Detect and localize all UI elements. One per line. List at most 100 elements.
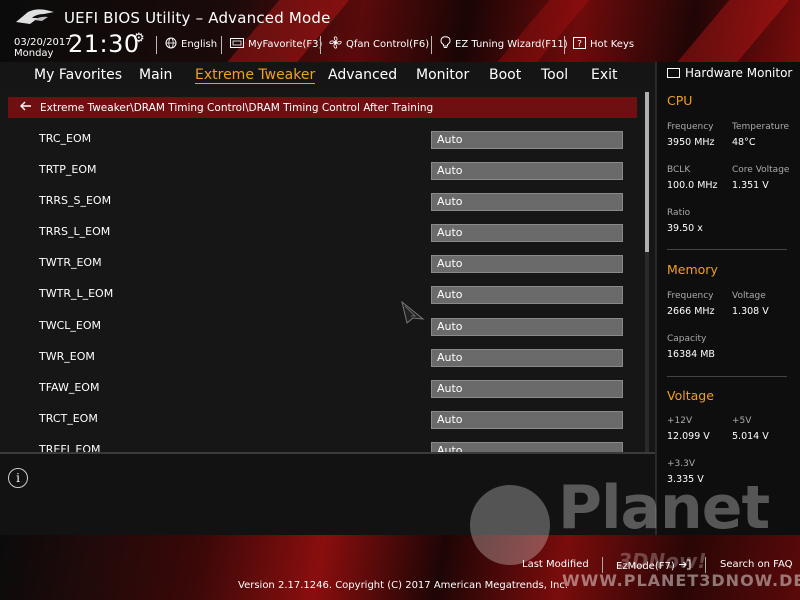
myfavorite-label: MyFavorite(F3) [248, 38, 323, 50]
header-separator [431, 36, 432, 54]
language-button[interactable]: English [165, 37, 217, 51]
section-divider [667, 376, 787, 377]
setting-label: TFAW_EOM [39, 381, 100, 394]
setting-label: TRC_EOM [39, 132, 92, 145]
footer-separator [602, 557, 603, 573]
section-divider [667, 249, 787, 250]
setting-row: TWTR_L_EOM Auto [0, 283, 640, 314]
tab-monitor[interactable]: Monitor [416, 67, 469, 83]
version-text: Version 2.17.1246. Copyright (C) 2017 Am… [238, 580, 569, 591]
setting-value-field[interactable]: Auto [431, 162, 623, 180]
day-display: Monday [14, 48, 54, 59]
header-decoration [482, 0, 598, 62]
myfavorite-button[interactable]: MyFavorite(F3) [230, 37, 322, 51]
ezmode-button[interactable]: EzMode(F7) [616, 559, 691, 573]
ez-tuning-wizard-button[interactable]: EZ Tuning Wizard(F11) [440, 36, 568, 51]
setting-row: TRRS_L_EOM Auto [0, 221, 640, 252]
tab-tool[interactable]: Tool [541, 67, 568, 83]
hot-keys-button[interactable]: ? Hot Keys [573, 36, 635, 52]
mouse-cursor-icon [401, 301, 425, 324]
memory-heading: Memory [667, 262, 718, 277]
svg-text:?: ? [577, 39, 582, 49]
header-decoration [662, 0, 798, 62]
ez-tuning-label: EZ Tuning Wizard(F11) [455, 38, 568, 50]
setting-value-field[interactable]: Auto [431, 193, 623, 211]
core-voltage-value: 1.351 V [732, 180, 769, 191]
setting-label: TRRS_L_EOM [39, 225, 111, 238]
setting-row: TFAW_EOM Auto [0, 377, 640, 408]
v5-value: 5.014 V [732, 431, 769, 442]
setting-row: TWR_EOM Auto [0, 346, 640, 377]
last-modified-button[interactable]: Last Modified [522, 559, 589, 570]
footer-bar: Last Modified EzMode(F7) Search on FAQ V… [0, 535, 800, 600]
setting-label: TRTP_EOM [39, 163, 97, 176]
setting-value-field[interactable]: Auto [431, 411, 623, 429]
setting-value-field[interactable]: Auto [431, 255, 623, 273]
clock-settings-gear-icon[interactable]: ⚙ [133, 31, 145, 46]
tab-advanced[interactable]: Advanced [328, 67, 397, 83]
setting-row: TWTR_EOM Auto [0, 252, 640, 283]
setting-label: TWTR_L_EOM [39, 287, 114, 300]
monitor-icon [667, 68, 680, 78]
hardware-monitor-title: Hardware Monitor [667, 66, 792, 80]
tab-boot[interactable]: Boot [489, 67, 521, 83]
setting-label: TRRS_S_EOM [39, 194, 112, 207]
ratio-value: 39.50 x [667, 223, 703, 234]
header-separator [564, 36, 565, 54]
exit-arrow-icon [678, 559, 691, 573]
breadcrumb-path: Extreme Tweaker\DRAM Timing Control\DRAM… [40, 101, 434, 114]
search-faq-button[interactable]: Search on FAQ [720, 559, 793, 570]
main-menu-bar: My Favorites Main Extreme Tweaker Advanc… [0, 62, 655, 89]
hot-keys-label: Hot Keys [590, 38, 635, 50]
cpu-frequency-value: 3950 MHz [667, 137, 715, 148]
setting-value-field[interactable]: Auto [431, 380, 623, 398]
v12-value: 12.099 V [667, 431, 710, 442]
settings-panel: Extreme Tweaker\DRAM Timing Control\DRAM… [0, 89, 655, 452]
ezmode-label: EzMode(F7) [616, 560, 675, 572]
qfan-control-button[interactable]: Qfan Control(F6) [329, 36, 430, 51]
setting-row: TRTP_EOM Auto [0, 159, 640, 190]
setting-label: TWTR_EOM [39, 256, 102, 269]
setting-value-field[interactable]: Auto [431, 224, 623, 242]
hardware-monitor-label: Hardware Monitor [685, 66, 793, 80]
setting-value-field[interactable]: Auto [431, 131, 623, 149]
setting-value-field[interactable]: Auto [431, 318, 623, 336]
header-separator [320, 36, 321, 54]
setting-value-field[interactable]: Auto [431, 286, 623, 304]
tab-main[interactable]: Main [139, 67, 172, 83]
cpu-frequency-label: Frequency [667, 122, 714, 132]
setting-value-field[interactable]: Auto [431, 442, 623, 452]
setting-row: TREFI_EOM Auto [0, 439, 640, 452]
cpu-temperature-label: Temperature [732, 122, 790, 132]
header-separator [221, 36, 222, 54]
header-bar: UEFI BIOS Utility – Advanced Mode 03/20/… [0, 0, 800, 62]
v33-label: +3.3V [667, 459, 696, 469]
question-box-icon: ? [573, 36, 586, 52]
tab-exit[interactable]: Exit [591, 67, 618, 83]
clock: 21:30 [68, 30, 140, 58]
tab-my-favorites[interactable]: My Favorites [34, 67, 122, 83]
setting-row: TRCT_EOM Auto [0, 408, 640, 439]
back-arrow-icon[interactable] [20, 100, 32, 115]
breadcrumb: Extreme Tweaker\DRAM Timing Control\DRAM… [8, 97, 637, 118]
setting-label: TRCT_EOM [39, 412, 98, 425]
footer-separator [705, 557, 706, 573]
setting-row: TRC_EOM Auto [0, 128, 640, 159]
date-display: 03/20/2017 [14, 37, 72, 48]
voltage-heading: Voltage [667, 388, 714, 403]
hardware-monitor-panel: Hardware Monitor CPU Frequency Temperatu… [655, 62, 800, 535]
memory-voltage-value: 1.308 V [732, 306, 769, 317]
tab-extreme-tweaker[interactable]: Extreme Tweaker [195, 67, 316, 84]
scrollbar-thumb[interactable] [645, 92, 649, 252]
info-icon: i [8, 468, 28, 488]
setting-label: TREFI_EOM [39, 443, 101, 452]
qfan-label: Qfan Control(F6) [346, 38, 430, 50]
cpu-temperature-value: 48°C [732, 137, 756, 148]
setting-value-field[interactable]: Auto [431, 349, 623, 367]
setting-row: TRRS_S_EOM Auto [0, 190, 640, 221]
bclk-value: 100.0 MHz [667, 180, 718, 191]
setting-label: TWR_EOM [39, 350, 95, 363]
cpu-heading: CPU [667, 93, 693, 108]
capacity-value: 16384 MB [667, 349, 715, 360]
v33-value: 3.335 V [667, 474, 704, 485]
